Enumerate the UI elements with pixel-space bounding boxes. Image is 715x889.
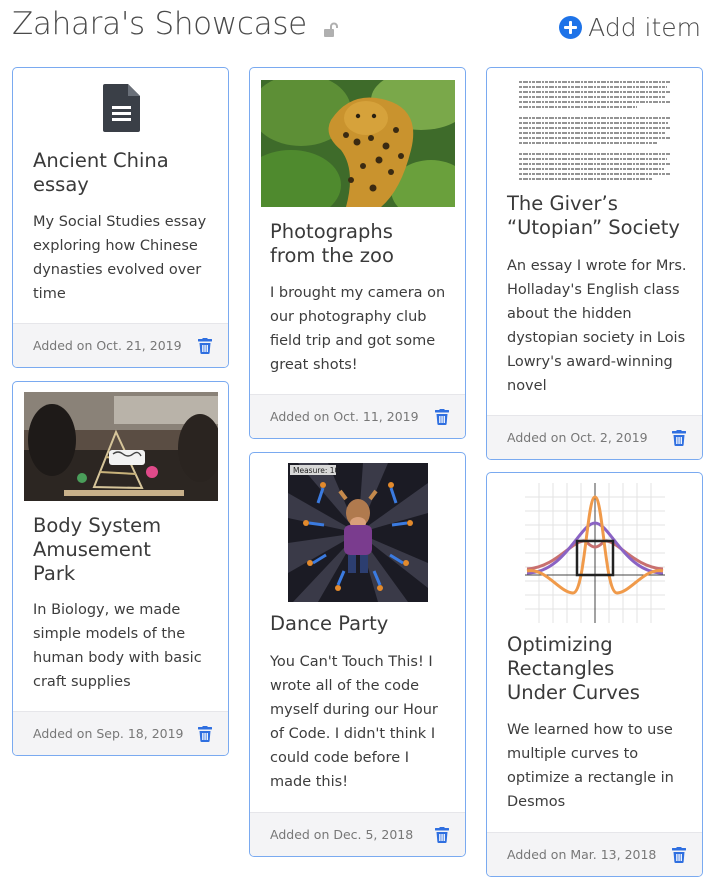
card-title-line: Ancient China <box>33 149 169 172</box>
card-title-line: Photographs <box>270 220 393 243</box>
card-description-line: novel <box>507 378 547 394</box>
card-title-line: “Utopian” Society <box>507 216 680 239</box>
card-description-line: wrote all of the code <box>270 678 420 694</box>
date-added: Added on Mar. 13, 2018 <box>507 847 657 862</box>
card-description-line: our photography club <box>270 309 427 325</box>
card-description-line: Holladay's English class <box>507 282 680 298</box>
trash-icon[interactable] <box>198 726 212 742</box>
trash-icon[interactable] <box>435 409 449 425</box>
card-description-line: My Social Studies essay <box>33 214 207 230</box>
measure-label: Measure: 10 <box>293 466 340 475</box>
card-description-line: Lowry's award-winning <box>507 354 673 370</box>
date-added: Added on Dec. 5, 2018 <box>270 827 414 842</box>
card-title-line: Under Curves <box>507 681 640 704</box>
classroom-photo <box>24 392 218 501</box>
card-footer: Added on Oct. 21, 2019 <box>13 323 228 367</box>
trash-icon[interactable] <box>672 430 686 446</box>
card-description: In Biology, we made simple models of the… <box>33 598 214 694</box>
date-added: Added on Oct. 21, 2019 <box>33 338 182 353</box>
date-added: Added on Oct. 2, 2019 <box>507 430 648 445</box>
trash-icon[interactable] <box>672 847 686 863</box>
trash-icon[interactable] <box>435 827 449 843</box>
add-item-button[interactable]: Add item <box>559 11 701 43</box>
essay-page-thumbnail <box>517 78 672 183</box>
card-description-line: dynasties evolved over <box>33 262 202 278</box>
card-description-line: optimize a rectangle in <box>507 770 674 786</box>
card-description-line: time <box>33 286 66 302</box>
card-description-line: simple models of the <box>33 626 186 642</box>
page-title: Zahara's Showcase <box>12 6 307 42</box>
card-description-line: In Biology, we made <box>33 602 181 618</box>
card-description-line: We learned how to use <box>507 722 673 738</box>
document-icon <box>103 84 140 132</box>
desmos-graph-thumbnail <box>525 483 665 623</box>
card-title-line: The Giver’s <box>507 192 618 215</box>
card-footer: Added on Dec. 5, 2018 <box>250 812 465 856</box>
date-added: Added on Oct. 11, 2019 <box>270 409 419 424</box>
portfolio-card-ancient-china[interactable]: Ancient China essay My Social Studies es… <box>12 67 229 368</box>
card-title-line: Park <box>33 562 76 585</box>
card-description: My Social Studies essay exploring how Ch… <box>33 210 214 306</box>
card-description-line: of Code. I didn't think I <box>270 726 436 742</box>
card-title: The Giver’s “Utopian” Society <box>507 192 692 240</box>
card-title: Body System Amusement Park <box>33 514 218 586</box>
portfolio-card-zoo-photos[interactable]: Photographs from the zoo I brought my ca… <box>249 67 466 439</box>
card-description: You Can't Touch This! I wrote all of the… <box>270 650 451 794</box>
page-header: Zahara's Showcase Add item <box>0 0 715 60</box>
card-description-line: about the hidden <box>507 306 632 322</box>
card-description-line: Desmos <box>507 794 566 810</box>
trash-icon[interactable] <box>198 338 212 354</box>
plus-circle-icon <box>559 15 583 39</box>
card-title-line: Rectangles <box>507 657 615 680</box>
card-title: Ancient China essay <box>33 149 218 197</box>
card-footer: Added on Mar. 13, 2018 <box>487 832 702 876</box>
card-footer: Added on Oct. 2, 2019 <box>487 415 702 459</box>
add-item-label: Add item <box>588 12 701 42</box>
card-description-line: made this! <box>270 774 349 790</box>
card-description-line: dystopian society in Lois <box>507 330 686 346</box>
portfolio-card-optimizing-rectangles[interactable]: Optimizing Rectangles Under Curves We le… <box>486 472 703 877</box>
card-title-line: Body System <box>33 514 162 537</box>
card-footer: Added on Sep. 18, 2019 <box>13 711 228 755</box>
card-description: I brought my camera on our photography c… <box>270 281 451 377</box>
dance-party-screenshot: Measure: 10 <box>288 463 428 602</box>
card-description-line: exploring how Chinese <box>33 238 198 254</box>
card-title-line: Amusement <box>33 538 151 561</box>
card-description-line: multiple curves to <box>507 746 639 762</box>
card-description-line: field trip and got some <box>270 333 436 349</box>
lock-icon[interactable] <box>323 22 339 38</box>
date-added: Added on Sep. 18, 2019 <box>33 726 184 741</box>
portfolio-card-dance-party[interactable]: Measure: 10 Dance Party You Can't Touch … <box>249 452 466 857</box>
jaguar-photo <box>261 80 455 207</box>
card-title-line: essay <box>33 173 89 196</box>
card-description-line: myself during our Hour <box>270 702 438 718</box>
card-description-line: You Can't Touch This! I <box>270 654 433 670</box>
card-title: Photographs from the zoo <box>270 220 455 268</box>
card-title-line: Optimizing <box>507 633 613 656</box>
portfolio-card-the-giver[interactable]: The Giver’s “Utopian” Society An essay I… <box>486 67 703 460</box>
card-title: Optimizing Rectangles Under Curves <box>507 633 692 705</box>
card-description-line: craft supplies <box>33 674 131 690</box>
card-description: An essay I wrote for Mrs. Holladay's Eng… <box>507 254 688 398</box>
card-footer: Added on Oct. 11, 2019 <box>250 394 465 438</box>
card-description: We learned how to use multiple curves to… <box>507 718 688 814</box>
card-description-line: An essay I wrote for Mrs. <box>507 258 687 274</box>
card-title: Dance Party <box>270 612 455 636</box>
card-description-line: I brought my camera on <box>270 285 446 301</box>
card-description-line: could code before I <box>270 750 410 766</box>
card-description-line: great shots! <box>270 357 358 373</box>
card-title-line: from the zoo <box>270 244 394 267</box>
card-title-line: Dance Party <box>270 612 389 635</box>
portfolio-card-body-system[interactable]: Body System Amusement Park In Biology, w… <box>12 381 229 756</box>
card-description-line: human body with basic <box>33 650 202 666</box>
